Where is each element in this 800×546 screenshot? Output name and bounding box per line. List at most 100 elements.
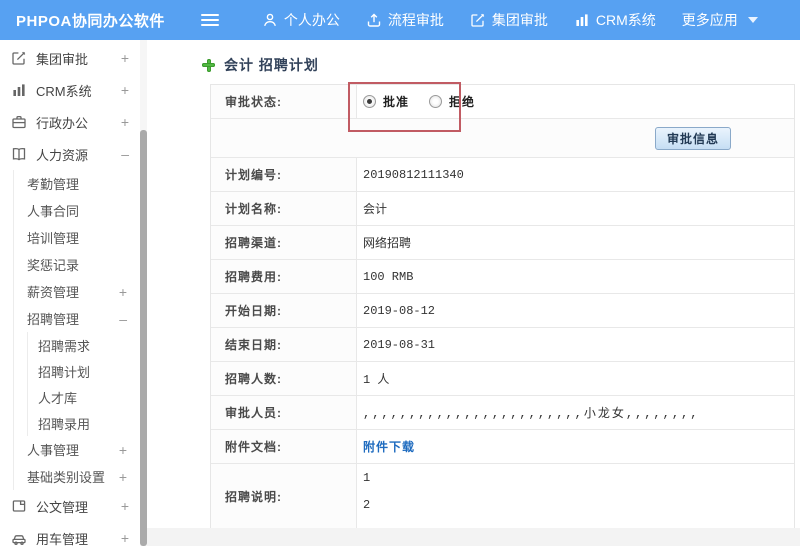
sidebar-item-talent-pool[interactable]: 人才库 [28,384,147,410]
field-label: 附件文档: [211,430,357,463]
recruit-plan-detail-table: 审批状态: 批准 拒绝 审批信息 计划编号: 20190812111340 计划… [210,84,795,530]
sidebar-item-training[interactable]: 培训管理 [14,224,147,251]
sidebar-item-label: 人力资源 [36,147,89,163]
approval-info-button[interactable]: 审批信息 [654,127,731,150]
field-label: 结束日期: [211,328,357,361]
sidebar-item-label: 行政办公 [36,115,89,131]
table-row-end-date: 结束日期: 2019-08-31 [211,328,794,362]
field-value: 附件下载 [357,430,794,463]
sidebar: 集团审批 + CRM系统 + 行政办公 + 人力资源 – 考勤管理 人事合同 培… [0,40,147,546]
collapse-minus-icon[interactable]: – [119,312,127,326]
sidebar-item-label: 人才库 [38,390,78,406]
nav-item-personal-office[interactable]: 个人办公 [249,0,353,40]
expand-plus-icon[interactable]: + [121,531,129,545]
field-value: 2019-08-12 [363,303,436,318]
sidebar-item-label: 人事管理 [27,443,80,458]
expand-plus-icon[interactable]: + [121,51,129,65]
sidebar-item-admin-office[interactable]: 行政办公 + [0,106,147,138]
sidebar-item-attendance[interactable]: 考勤管理 [14,170,147,197]
table-row-approval-status: 审批状态: 批准 拒绝 [211,85,794,119]
sidebar-item-label: 招聘需求 [38,338,91,354]
table-row-approval-action: 审批信息 [211,119,794,158]
sidebar-item-vehicles[interactable]: 用车管理 + [0,522,147,546]
nav-item-label: 集团审批 [491,12,548,28]
field-value: 1 2 [357,464,794,529]
sidebar-submenu-recruit: 招聘需求 招聘计划 人才库 招聘录用 [27,332,147,436]
field-label: 招聘渠道: [211,226,357,259]
content-bottom-strip [147,528,800,546]
car-icon [11,530,27,546]
sidebar-item-label: 招聘计划 [38,364,91,380]
sidebar-item-label: 考勤管理 [27,177,80,192]
sidebar-item-rewards[interactable]: 奖惩记录 [14,251,147,278]
table-row-recruit-channel: 招聘渠道: 网络招聘 [211,226,794,260]
sidebar-submenu-hr: 考勤管理 人事合同 培训管理 奖惩记录 薪资管理 + 招聘管理 – 招聘需求 招… [13,170,147,490]
sidebar-item-recruit-mgmt[interactable]: 招聘管理 – [14,305,147,332]
nav-item-workflow-approval[interactable]: 流程审批 [353,0,457,40]
table-row-recruit-cost: 招聘费用: 100 RMB [211,260,794,294]
table-row-plan-number: 计划编号: 20190812111340 [211,158,794,192]
expand-plus-icon[interactable]: + [119,285,127,299]
nav-item-group-approval[interactable]: 集团审批 [457,0,561,40]
nav-item-crm-system[interactable]: CRM系统 [561,0,669,40]
sidebar-item-hr-contract[interactable]: 人事合同 [14,197,147,224]
attachment-download-link[interactable]: 附件下载 [363,438,415,455]
field-label: 审批人员: [211,396,357,429]
sidebar-item-label: 基础类别设置 [27,470,106,485]
radio-approve[interactable] [363,95,376,108]
navbar: PHPOA协同办公软件 个人办公 流程审批 集团审批 CRM系统 更多应用 [0,0,800,40]
page-title: 会计 招聘计划 [202,55,319,75]
sidebar-item-label: 人事合同 [27,204,80,219]
bar-chart-icon [11,82,27,98]
nav-item-more-apps[interactable]: 更多应用 [669,0,771,40]
briefcase-icon [11,114,27,130]
sidebar-item-salary[interactable]: 薪资管理 + [14,278,147,305]
expand-plus-icon[interactable]: + [121,83,129,97]
field-value: 2019-08-31 [363,337,436,352]
book-icon [11,146,27,162]
nav-item-label: 个人办公 [283,12,340,28]
expand-plus-icon[interactable]: + [119,443,127,457]
collapse-minus-icon[interactable]: – [121,147,129,161]
table-row-plan-name: 计划名称: 会计 [211,192,794,226]
field-label: 招聘说明: [211,464,357,529]
person-icon [262,12,278,28]
sidebar-item-human-resources[interactable]: 人力资源 – [0,138,147,170]
page-title-text: 会计 招聘计划 [224,57,319,73]
field-label: 审批状态: [211,85,357,118]
sidebar-item-label: 薪资管理 [27,285,80,300]
field-label: 招聘人数: [211,362,357,395]
app-logo: PHPOA协同办公软件 [16,12,165,30]
radio-approve-label: 批准 [383,95,410,109]
sidebar-item-label: 招聘录用 [38,416,91,432]
edit-square-icon [470,12,486,28]
hamburger-menu-icon[interactable] [200,11,219,29]
nav-item-label: CRM系统 [595,12,656,28]
nav-item-label: 更多应用 [681,12,738,28]
sidebar-item-documents[interactable]: 公文管理 + [0,490,147,522]
sidebar-scrollbar-track [140,40,147,546]
expand-plus-icon[interactable]: + [121,115,129,129]
sidebar-item-recruit-plan[interactable]: 招聘计划 [28,358,147,384]
expand-plus-icon[interactable]: + [119,470,127,484]
sidebar-item-recruit-demand[interactable]: 招聘需求 [28,332,147,358]
sidebar-menu: 集团审批 + CRM系统 + 行政办公 + 人力资源 – 考勤管理 人事合同 培… [0,40,147,546]
sidebar-item-label: 奖惩记录 [27,258,80,273]
field-value: 1 人 [363,373,390,387]
sidebar-item-recruit-hire[interactable]: 招聘录用 [28,410,147,436]
document-icon [11,498,27,514]
expand-plus-icon[interactable]: + [121,499,129,513]
table-row-start-date: 开始日期: 2019-08-12 [211,294,794,328]
radio-reject[interactable] [429,95,443,108]
sidebar-item-personnel-mgmt[interactable]: 人事管理 + [14,436,147,463]
table-row-approvers: 审批人员: ,,,,,,,,,,,,,,,,,,,,,,,,小龙女,,,,,,,… [211,396,794,430]
sidebar-item-group-approval[interactable]: 集团审批 + [0,42,147,74]
approval-status-options: 批准 拒绝 [357,85,794,118]
field-label: 计划编号: [211,158,357,191]
sidebar-scrollbar-thumb[interactable] [140,130,147,546]
field-label: 开始日期: [211,294,357,327]
edit-square-icon [11,50,27,66]
sidebar-item-base-categories[interactable]: 基础类别设置 + [14,463,147,490]
field-value: ,,,,,,,,,,,,,,,,,,,,,,,,小龙女,,,,,,,, [363,407,700,421]
sidebar-item-crm-system[interactable]: CRM系统 + [0,74,147,106]
